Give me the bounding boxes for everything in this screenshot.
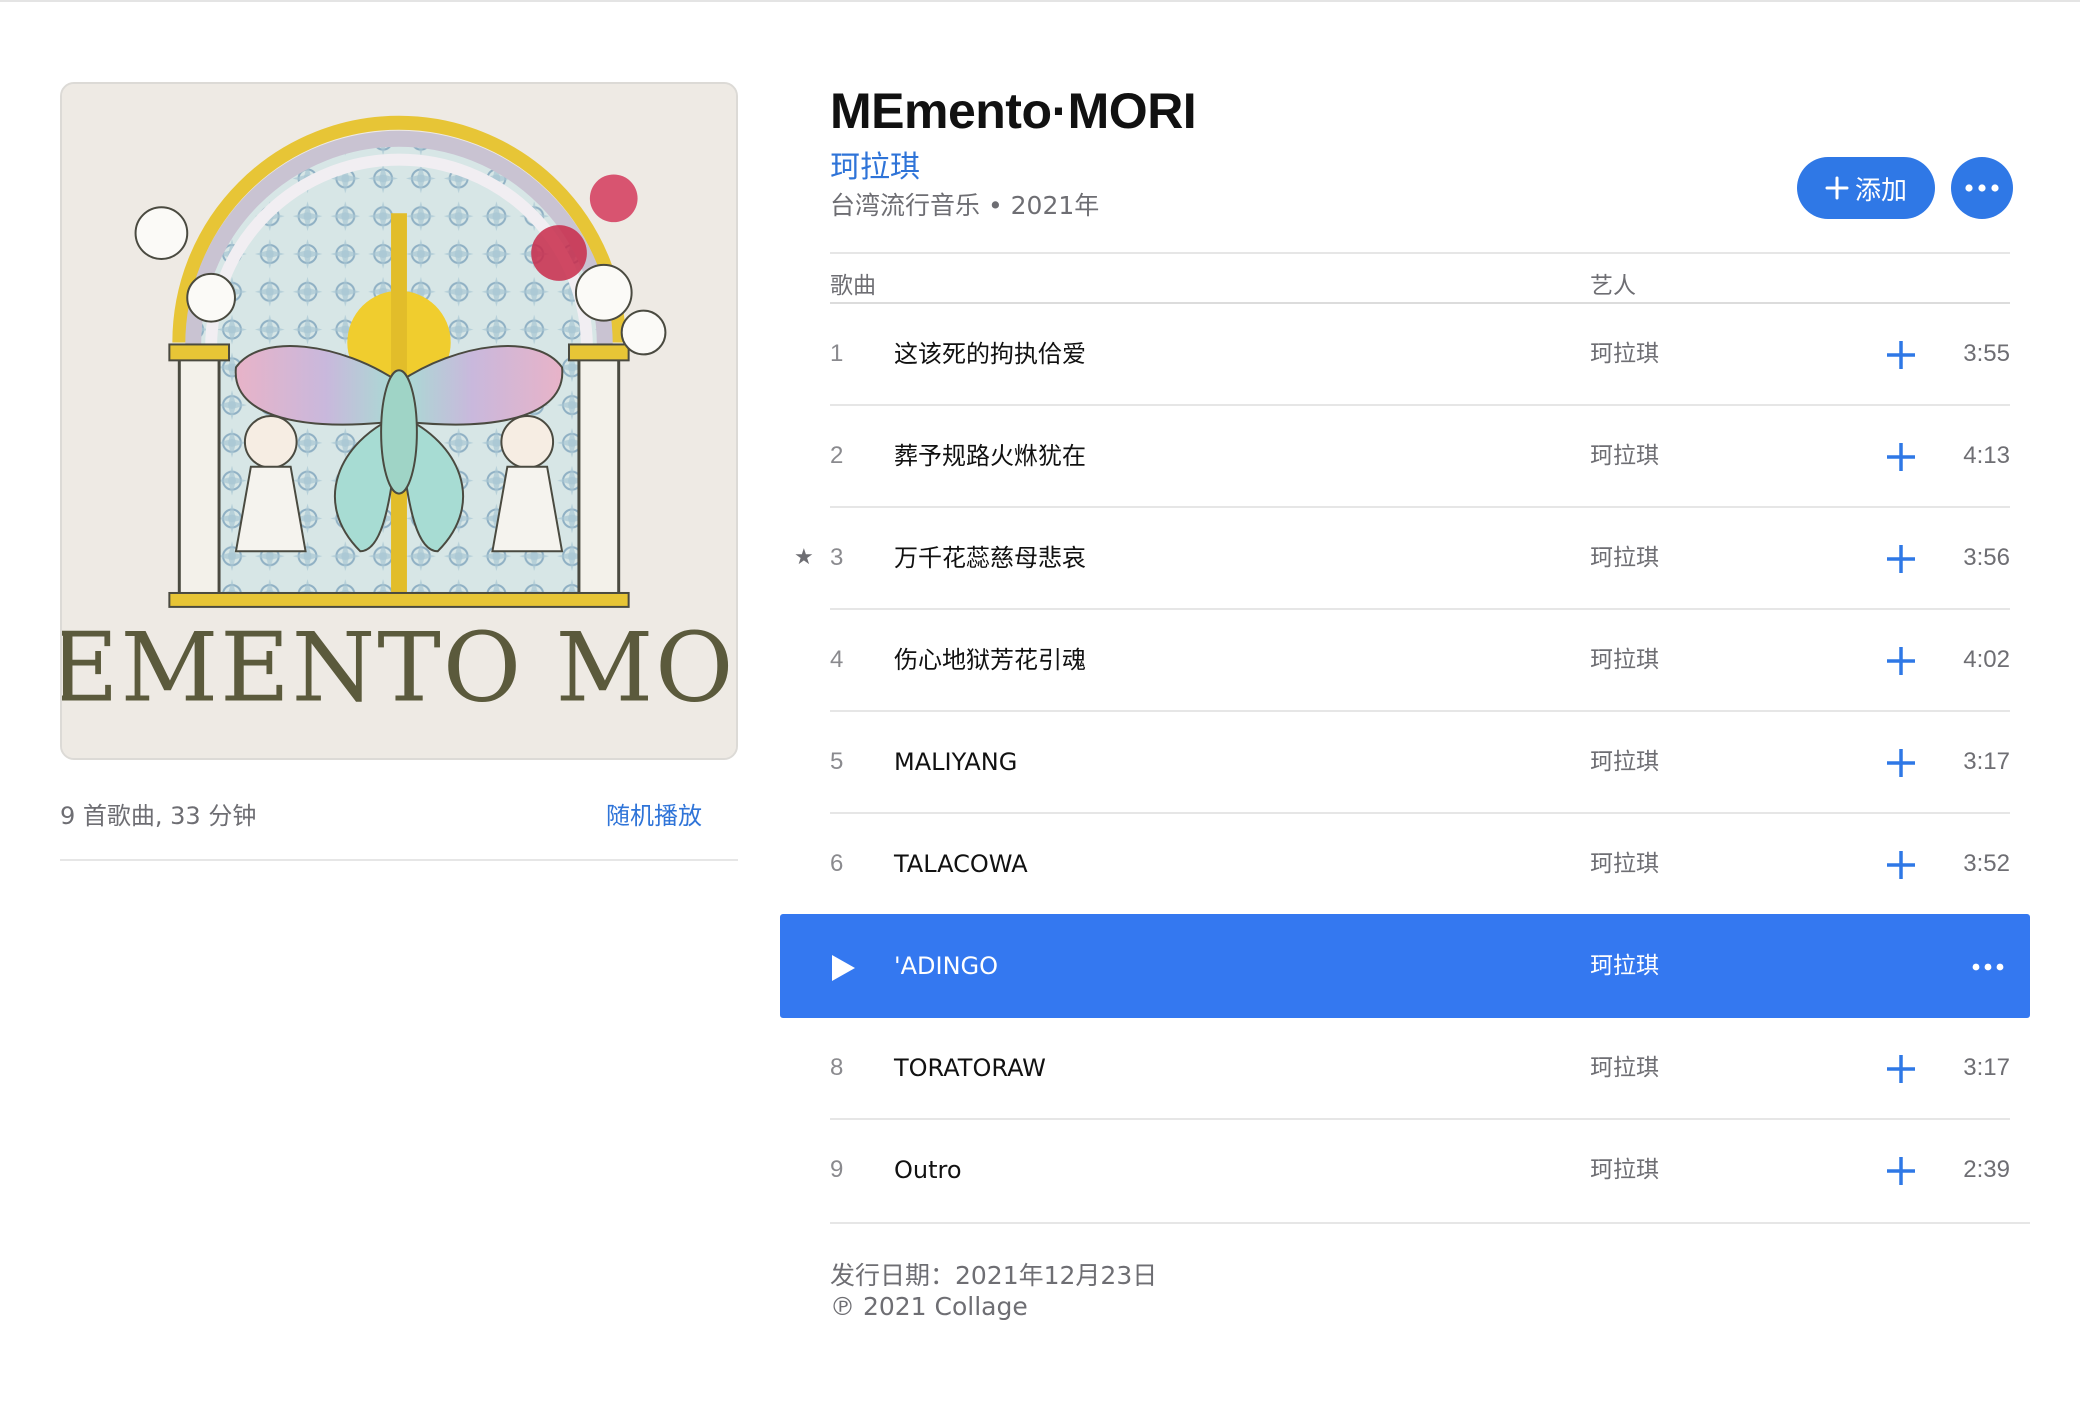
track-title: TORATORAW (894, 1054, 1046, 1082)
track-duration: 3:55 (1963, 340, 2010, 367)
track-row[interactable]: 6 TALACOWA 珂拉琪 3:52 (830, 814, 2010, 916)
track-number: 3 (830, 544, 844, 571)
track-duration: 4:02 (1963, 646, 2010, 673)
top-divider (0, 0, 2080, 2)
plus-icon[interactable] (1886, 646, 1916, 676)
plus-icon (1825, 176, 1849, 200)
track-number: 8 (830, 1054, 844, 1081)
track-list: 歌曲 艺人 1 这该死的拘执佮爱 珂拉琪 3:55 2 葬予规路火烌犹在 珂拉琪… (780, 252, 2030, 1222)
album-meta: 9 首歌曲, 33 分钟 随机播放 (60, 796, 738, 836)
play-icon[interactable] (830, 954, 856, 982)
column-header-song[interactable]: 歌曲 (830, 266, 876, 300)
plus-icon[interactable] (1886, 1156, 1916, 1186)
album-artwork[interactable]: MEMENTO MORI (60, 82, 738, 760)
track-title: TALACOWA (894, 850, 1028, 878)
plus-icon[interactable] (1886, 442, 1916, 472)
track-duration: 3:17 (1963, 1054, 2010, 1081)
copyright-notice: ℗ 2021 Collage (830, 1292, 1028, 1321)
track-title: 葬予规路火烌犹在 (894, 442, 1086, 470)
track-artist[interactable]: 珂拉琪 (1590, 406, 1659, 506)
track-number: 2 (830, 442, 844, 469)
star-icon: ★ (794, 545, 814, 570)
shuffle-play-link[interactable]: 随机播放 (606, 796, 702, 831)
track-artist[interactable]: 珂拉琪 (1590, 916, 1659, 1016)
artwork-lettering: MEMENTO MORI (62, 611, 736, 723)
plus-icon[interactable] (1886, 1054, 1916, 1084)
track-number: 5 (830, 748, 844, 775)
genre-year: 台湾流行音乐 • 2021年 (830, 191, 1100, 220)
album-title: MEmento·MORI (830, 83, 1197, 139)
album-more-button[interactable] (1951, 157, 2013, 219)
column-header-artist[interactable]: 艺人 (1590, 266, 1636, 300)
track-title: 万千花蕊慈母悲哀 (894, 544, 1086, 572)
track-number: 6 (830, 850, 844, 877)
track-artist[interactable]: 珂拉琪 (1590, 304, 1659, 404)
track-row[interactable]: ★ 3 万千花蕊慈母悲哀 珂拉琪 3:56 (794, 508, 2010, 610)
track-row[interactable]: 5 MALIYANG 珂拉琪 3:17 (830, 712, 2010, 814)
ellipsis-icon[interactable] (1968, 950, 2008, 984)
track-number: 1 (830, 340, 844, 367)
track-artist[interactable]: 珂拉琪 (1590, 1018, 1659, 1118)
track-row-selected[interactable]: 'ADINGO 珂拉琪 (780, 914, 2030, 1018)
track-number: 9 (830, 1156, 844, 1183)
artist-link[interactable]: 珂拉琪 (830, 142, 920, 186)
track-row[interactable]: 4 伤心地狱芳花引魂 珂拉琪 4:02 (830, 610, 2010, 712)
track-title: 这该死的拘执佮爱 (894, 340, 1086, 368)
track-duration: 3:17 (1963, 748, 2010, 775)
track-number: 4 (830, 646, 844, 673)
release-date: 发行日期：2021年12月23日 (830, 1261, 1158, 1290)
track-duration: 4:13 (1963, 442, 2010, 469)
track-title: Outro (894, 1156, 962, 1184)
track-artist[interactable]: 珂拉琪 (1590, 712, 1659, 812)
track-title: 伤心地狱芳花引魂 (894, 646, 1086, 674)
track-duration: 3:52 (1963, 850, 2010, 877)
add-button-label: 添加 (1854, 175, 1907, 206)
track-row[interactable]: 1 这该死的拘执佮爱 珂拉琪 3:55 (830, 304, 2010, 406)
plus-icon[interactable] (1886, 544, 1916, 574)
track-artist[interactable]: 珂拉琪 (1590, 1120, 1659, 1220)
track-duration: 2:39 (1963, 1156, 2010, 1183)
track-title: MALIYANG (894, 748, 1018, 776)
track-list-header: 歌曲 艺人 (830, 252, 2010, 304)
plus-icon[interactable] (1886, 340, 1916, 370)
track-count-duration: 9 首歌曲, 33 分钟 (60, 802, 257, 830)
track-duration: 3:56 (1963, 544, 2010, 571)
track-row[interactable]: 8 TORATORAW 珂拉琪 3:17 (830, 1018, 2010, 1120)
left-divider (60, 859, 738, 861)
add-album-button[interactable]: 添加 (1797, 157, 1935, 219)
track-artist[interactable]: 珂拉琪 (1590, 610, 1659, 710)
plus-icon[interactable] (1886, 748, 1916, 778)
track-artist[interactable]: 珂拉琪 (1590, 508, 1659, 608)
plus-icon[interactable] (1886, 850, 1916, 880)
track-artist[interactable]: 珂拉琪 (1590, 814, 1659, 914)
ellipsis-icon (1965, 184, 1999, 192)
track-row[interactable]: 9 Outro 珂拉琪 2:39 (830, 1120, 2010, 1222)
track-list-end-divider (830, 1222, 2030, 1224)
track-title: 'ADINGO (894, 952, 999, 980)
track-row[interactable]: 2 葬予规路火烌犹在 珂拉琪 4:13 (830, 406, 2010, 508)
